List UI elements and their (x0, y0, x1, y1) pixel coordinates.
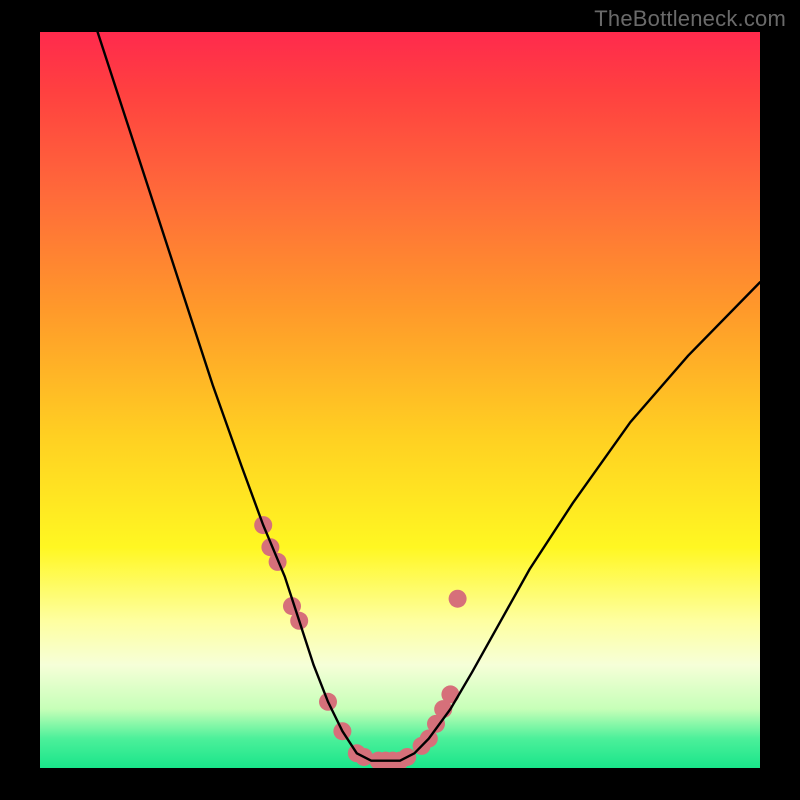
watermark-text: TheBottleneck.com (594, 6, 786, 32)
bottleneck-curve (98, 32, 760, 761)
plot-area (40, 32, 760, 768)
chart-svg (40, 32, 760, 768)
chart-frame: TheBottleneck.com (0, 0, 800, 800)
marker-point (449, 590, 467, 608)
